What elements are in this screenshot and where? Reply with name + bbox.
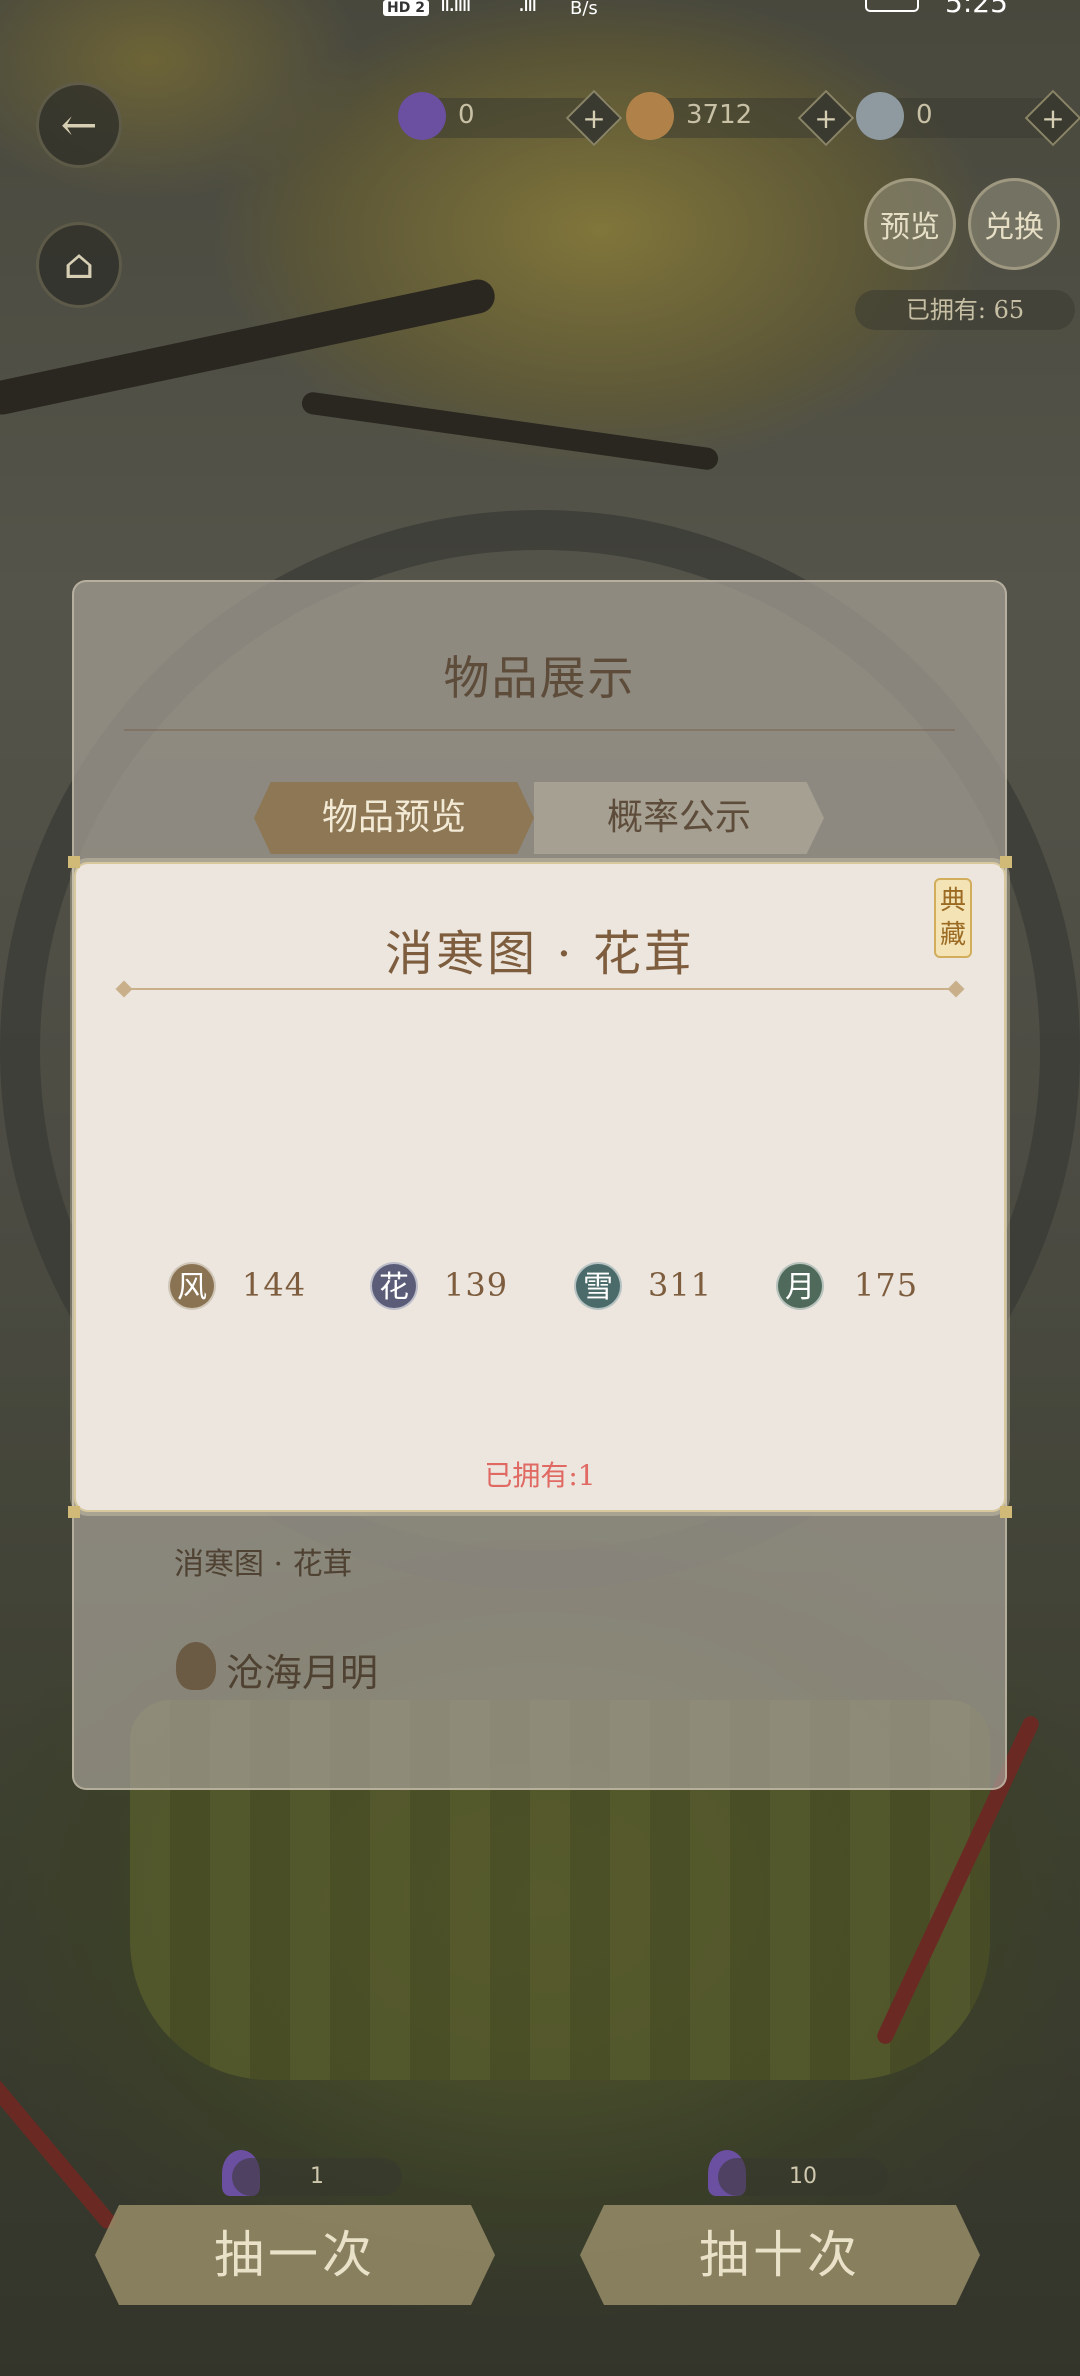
divider bbox=[124, 988, 956, 990]
battery-icon: 28 bbox=[865, 0, 919, 12]
panel-title: 物品展示 bbox=[443, 651, 636, 705]
stat-snow-value: 311 bbox=[648, 1266, 713, 1304]
currency-count: 3712 bbox=[686, 100, 753, 130]
crystal-icon bbox=[856, 92, 904, 140]
back-button[interactable]: ← bbox=[36, 82, 122, 168]
theme-name: 沧海月明 bbox=[184, 1642, 378, 1697]
owned-quantity: 已拥有:1 bbox=[484, 1459, 596, 1492]
clock: 5:25 bbox=[945, 0, 1008, 19]
hd-indicator: HD 2 bbox=[383, 0, 429, 16]
network-speed: B/s bbox=[570, 0, 598, 19]
tab-item-preview[interactable]: 物品预览 bbox=[254, 782, 534, 854]
corner-ornament bbox=[68, 856, 80, 868]
currency-icon bbox=[626, 92, 674, 140]
crystal-count: 0 bbox=[916, 100, 933, 130]
owned-count: 已拥有: 65 bbox=[855, 290, 1075, 330]
theme-label: 沧海月明 bbox=[226, 1651, 379, 1695]
stat-moon-icon: 月 bbox=[776, 1262, 824, 1310]
draw-token-icon bbox=[398, 92, 446, 140]
stat-flower-icon: 花 bbox=[370, 1262, 418, 1310]
tab-probability[interactable]: 概率公示 bbox=[534, 782, 824, 854]
stat-wind-value: 144 bbox=[242, 1266, 307, 1304]
preview-button[interactable]: 预览 bbox=[864, 178, 956, 270]
home-button[interactable]: ⌂ bbox=[36, 222, 122, 308]
rarity-badge: 典藏 bbox=[934, 878, 972, 958]
stat-moon-value: 175 bbox=[854, 1266, 919, 1304]
exchange-button[interactable]: 兑换 bbox=[968, 178, 1060, 270]
signal-icon: ıl.ııll bbox=[440, 0, 472, 17]
corner-ornament bbox=[1000, 856, 1012, 868]
back-arrow-icon: ← bbox=[60, 99, 98, 151]
draw-ten-button[interactable]: 抽十次 bbox=[580, 2205, 980, 2305]
stats-row: 风 144 花 139 雪 311 月 175 bbox=[76, 1262, 1004, 1322]
plus-icon: + bbox=[582, 101, 606, 135]
draw-once-button[interactable]: 抽一次 bbox=[95, 2205, 495, 2305]
signal-icon: .ıll bbox=[518, 0, 537, 17]
corner-ornament bbox=[68, 1506, 80, 1518]
plus-icon: + bbox=[1041, 101, 1065, 135]
ten-draw-cost: 10 bbox=[718, 2158, 888, 2196]
stat-wind-icon: 风 bbox=[168, 1262, 216, 1310]
item-name[interactable]: 消寒图 · 花茸 bbox=[174, 1539, 353, 1583]
status-bar: HD 2 ıl.ııll .ıll B/s 28 5:25 bbox=[0, 0, 1080, 24]
corner-ornament bbox=[1000, 1506, 1012, 1518]
draw-token-count: 0 bbox=[458, 100, 475, 130]
item-detail-card[interactable]: 消寒图 · 花茸 典藏 风 144 花 139 雪 311 月 175 已拥有:… bbox=[68, 856, 1012, 1518]
stat-snow-icon: 雪 bbox=[574, 1262, 622, 1310]
plus-icon: + bbox=[814, 101, 838, 135]
house-icon: ⌂ bbox=[63, 242, 95, 288]
divider bbox=[124, 729, 955, 731]
stat-flower-value: 139 bbox=[444, 1266, 509, 1304]
card-title: 消寒图 · 花茸 bbox=[385, 926, 695, 982]
single-draw-cost: 1 bbox=[232, 2158, 402, 2196]
